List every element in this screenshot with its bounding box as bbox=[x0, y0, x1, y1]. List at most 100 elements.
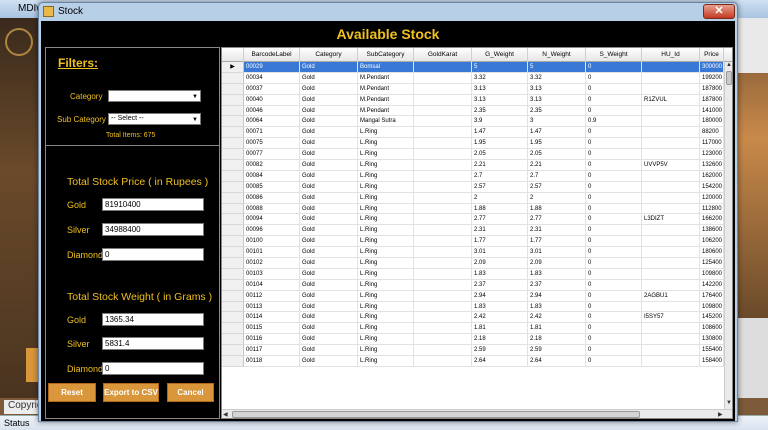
table-cell[interactable]: M.Pendant bbox=[358, 105, 414, 117]
table-cell[interactable]: 00100 bbox=[244, 236, 300, 248]
table-cell[interactable] bbox=[642, 105, 700, 117]
table-cell[interactable] bbox=[642, 72, 700, 84]
table-row[interactable]: 00118 Gold L.Ring 2.64 2.64 0 158400 bbox=[222, 356, 724, 367]
table-cell[interactable]: 2 bbox=[472, 192, 528, 204]
table-cell[interactable]: Gold bbox=[300, 225, 358, 237]
row-header[interactable] bbox=[222, 127, 244, 139]
table-row[interactable]: 00088 Gold L.Ring 1.88 1.88 0 112800 bbox=[222, 203, 724, 215]
table-cell[interactable] bbox=[414, 127, 472, 139]
subcategory-dropdown[interactable]: -- Select -- ▼ bbox=[108, 113, 201, 125]
table-cell[interactable]: 0 bbox=[586, 149, 642, 161]
table-cell[interactable]: 88200 bbox=[700, 127, 724, 139]
table-cell[interactable] bbox=[642, 247, 700, 259]
table-cell[interactable]: 3.9 bbox=[472, 116, 528, 128]
table-cell[interactable]: L.Ring bbox=[358, 214, 414, 226]
table-cell[interactable]: 1.77 bbox=[472, 236, 528, 248]
table-cell[interactable]: 0 bbox=[586, 258, 642, 269]
table-cell[interactable]: 176400 bbox=[700, 290, 724, 302]
table-cell[interactable]: Gold bbox=[300, 334, 358, 346]
horizontal-scroll-thumb[interactable] bbox=[232, 411, 640, 418]
table-cell[interactable]: 2.7 bbox=[472, 170, 528, 182]
table-cell[interactable] bbox=[414, 62, 472, 73]
table-cell[interactable]: Gold bbox=[300, 214, 358, 226]
table-cell[interactable] bbox=[642, 236, 700, 248]
table-cell[interactable]: 2.05 bbox=[528, 149, 586, 161]
table-cell[interactable]: 00112 bbox=[244, 290, 300, 302]
table-cell[interactable]: 154200 bbox=[700, 181, 724, 193]
row-header[interactable] bbox=[222, 247, 244, 259]
table-cell[interactable]: L.Ring bbox=[358, 312, 414, 324]
table-cell[interactable]: Mangal Sutra bbox=[358, 116, 414, 128]
table-cell[interactable]: 109800 bbox=[700, 301, 724, 313]
table-cell[interactable]: Gold bbox=[300, 94, 358, 106]
table-row[interactable]: 00040 Gold M.Pendant 3.13 3.13 0 R1ZVUL 187800 bbox=[222, 94, 724, 106]
table-cell[interactable]: 00102 bbox=[244, 258, 300, 269]
table-cell[interactable] bbox=[414, 225, 472, 237]
table-cell[interactable]: 1.47 bbox=[528, 127, 586, 139]
table-cell[interactable]: 00029 bbox=[244, 62, 300, 73]
table-cell[interactable]: Gold bbox=[300, 356, 358, 367]
table-cell[interactable]: L.Ring bbox=[358, 236, 414, 248]
table-cell[interactable]: 142200 bbox=[700, 279, 724, 291]
table-cell[interactable] bbox=[642, 83, 700, 95]
table-cell[interactable]: Gold bbox=[300, 301, 358, 313]
column-header[interactable]: SubCategory bbox=[358, 48, 414, 62]
table-cell[interactable]: Gold bbox=[300, 268, 358, 280]
table-cell[interactable] bbox=[414, 268, 472, 280]
table-cell[interactable]: 2.18 bbox=[528, 334, 586, 346]
row-header[interactable] bbox=[222, 203, 244, 215]
table-cell[interactable] bbox=[642, 279, 700, 291]
weight-silver-field[interactable]: 5831.4 bbox=[102, 337, 204, 350]
table-cell[interactable]: Gold bbox=[300, 236, 358, 248]
table-cell[interactable]: 00101 bbox=[244, 247, 300, 259]
table-cell[interactable]: 00084 bbox=[244, 170, 300, 182]
row-header[interactable] bbox=[222, 258, 244, 269]
table-cell[interactable] bbox=[642, 149, 700, 161]
table-cell[interactable]: 0 bbox=[586, 105, 642, 117]
table-row[interactable]: 00075 Gold L.Ring 1.95 1.95 0 117000 bbox=[222, 138, 724, 150]
weight-diamond-field[interactable]: 0 bbox=[102, 362, 204, 375]
table-cell[interactable]: 1.81 bbox=[472, 323, 528, 335]
row-header[interactable] bbox=[222, 323, 244, 335]
table-cell[interactable]: 0 bbox=[586, 323, 642, 335]
table-cell[interactable]: 1.81 bbox=[528, 323, 586, 335]
table-row[interactable]: 00034 Gold M.Pendant 3.32 3.32 0 199200 bbox=[222, 72, 724, 84]
table-row[interactable]: 00064 Gold Mangal Sutra 3.9 3 0.9 180000 bbox=[222, 116, 724, 128]
column-header[interactable]: S_Weight bbox=[586, 48, 642, 62]
table-cell[interactable]: 2.42 bbox=[472, 312, 528, 324]
vertical-scrollbar[interactable]: ▲ ▼ bbox=[724, 62, 732, 409]
horizontal-scrollbar[interactable]: ◀ ▶ bbox=[222, 409, 732, 418]
row-header[interactable] bbox=[222, 94, 244, 106]
table-cell[interactable]: 180000 bbox=[700, 116, 724, 128]
table-cell[interactable]: 158400 bbox=[700, 356, 724, 367]
table-cell[interactable]: L.Ring bbox=[358, 138, 414, 150]
table-cell[interactable]: 00046 bbox=[244, 105, 300, 117]
table-cell[interactable]: L.Ring bbox=[358, 160, 414, 171]
table-cell[interactable]: M.Pendant bbox=[358, 94, 414, 106]
table-cell[interactable]: 1.83 bbox=[472, 268, 528, 280]
table-cell[interactable]: L.Ring bbox=[358, 225, 414, 237]
table-cell[interactable] bbox=[414, 138, 472, 150]
table-cell[interactable]: 2.21 bbox=[528, 160, 586, 171]
category-dropdown[interactable]: ▼ bbox=[108, 90, 201, 102]
table-cell[interactable]: 00118 bbox=[244, 356, 300, 367]
table-cell[interactable] bbox=[414, 116, 472, 128]
table-cell[interactable]: Gold bbox=[300, 138, 358, 150]
table-cell[interactable] bbox=[414, 105, 472, 117]
table-cell[interactable]: 2 bbox=[528, 192, 586, 204]
table-row[interactable]: 00077 Gold L.Ring 2.05 2.05 0 123000 bbox=[222, 149, 724, 161]
table-cell[interactable]: L.Ring bbox=[358, 323, 414, 335]
vertical-scroll-thumb[interactable] bbox=[726, 71, 732, 85]
table-cell[interactable]: Gold bbox=[300, 247, 358, 259]
table-cell[interactable] bbox=[642, 127, 700, 139]
row-header[interactable] bbox=[222, 290, 244, 302]
table-cell[interactable] bbox=[414, 72, 472, 84]
table-cell[interactable] bbox=[642, 225, 700, 237]
table-cell[interactable]: 180600 bbox=[700, 247, 724, 259]
table-cell[interactable]: 2.59 bbox=[472, 345, 528, 357]
table-row[interactable]: 00117 Gold L.Ring 2.59 2.59 0 155400 bbox=[222, 345, 724, 357]
table-cell[interactable]: 00085 bbox=[244, 181, 300, 193]
table-cell[interactable] bbox=[642, 138, 700, 150]
table-cell[interactable]: L.Ring bbox=[358, 192, 414, 204]
table-cell[interactable] bbox=[642, 301, 700, 313]
